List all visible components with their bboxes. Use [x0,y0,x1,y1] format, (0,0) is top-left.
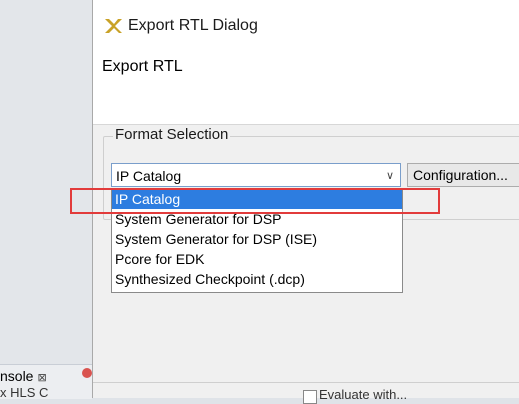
dropdown-option-pcore-edk[interactable]: Pcore for EDK [112,249,402,269]
group-label: Format Selection [113,126,231,144]
console-tab[interactable]: nsole ⊠ [0,365,47,387]
dialog-header: Export RTL [93,52,519,125]
annotation-highlight-box [70,188,440,214]
evaluate-label: Evaluate with... [319,387,408,402]
format-select-value: IP Catalog [116,168,182,184]
vivado-logo-icon [105,19,122,33]
chevron-down-icon[interactable]: ∨ [386,167,394,185]
dropdown-option-synth-checkpoint[interactable]: Synthesized Checkpoint (.dcp) [112,269,402,289]
close-icon[interactable]: ⊠ [37,372,46,384]
dropdown-option-sysgen-dsp-ise[interactable]: System Generator for DSP (ISE) [112,229,402,249]
footer-divider [93,382,519,383]
console-line: x HLS C [0,388,49,398]
console-tab-label: nsole [0,368,34,384]
evaluate-checkbox[interactable] [303,390,317,404]
dialog-titlebar: Export RTL Dialog [93,0,519,52]
format-select[interactable]: IP Catalog ∨ [111,163,401,187]
error-icon [82,368,92,378]
header-title: Export RTL [102,58,183,75]
configuration-button[interactable]: Configuration... [407,163,519,187]
window-title: Export RTL Dialog [128,17,258,34]
